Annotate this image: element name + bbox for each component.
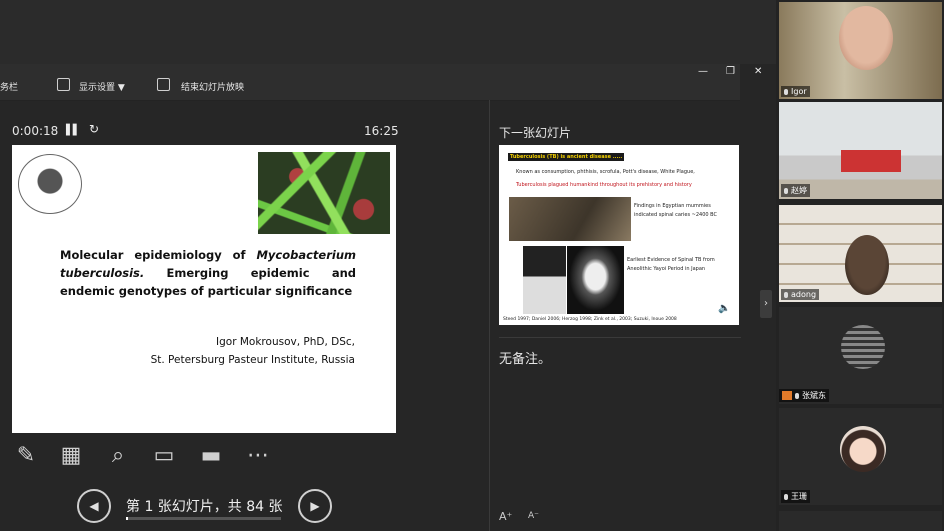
next-slide-refs: Steed 1997; Daniel 2006; Herzog 1998; Zi… — [503, 317, 677, 322]
speaker-notes: 无备注。 — [499, 352, 552, 367]
video-tile-adong[interactable]: adong — [779, 205, 942, 302]
video-tile-zhaoting[interactable]: 赵婷 — [779, 102, 942, 199]
next-slide-earliest2: Aneolithic Yayoi Period in Japan — [627, 266, 706, 272]
collapse-panel-button[interactable]: › — [760, 290, 772, 318]
participant-label: 王珊 — [781, 490, 810, 503]
display-settings-button[interactable]: 显示设置 ▼ — [79, 80, 125, 93]
close-icon[interactable]: ✕ — [754, 66, 762, 77]
spine-photo-left — [523, 246, 566, 314]
subtitles-icon[interactable]: ▬ — [196, 442, 226, 470]
author-line-1: Igor Mokrousov, PhD, DSc, — [216, 336, 355, 348]
participant-name: 赵婷 — [791, 186, 807, 195]
spine-photo-right — [567, 246, 624, 314]
pasteur-institute-logo — [18, 154, 82, 214]
video-tile-igor[interactable]: Igor — [779, 2, 942, 99]
participant-label: adong — [781, 289, 820, 300]
video-tile-zhang[interactable]: 张斌东 — [779, 307, 942, 404]
pane-divider[interactable] — [489, 100, 490, 531]
slide-counter: 第 1 张幻灯片，共 84 张 — [126, 499, 283, 515]
elapsed-timer: 0:00:18 — [12, 124, 59, 138]
video-tile-wang[interactable]: 王珊 — [779, 408, 942, 505]
next-slide-banner: Tuberculosis (TB) is ancient disease ...… — [508, 153, 625, 161]
next-slide-egypt: Findings in Egyptian mummies — [634, 203, 711, 209]
speaker-icon: 🔈 — [718, 303, 731, 314]
pen-tool-icon[interactable]: ✎ — [11, 442, 41, 470]
slide-progress-track — [126, 517, 281, 520]
end-show-icon — [157, 78, 170, 91]
participant-avatar — [841, 325, 885, 369]
top-band — [0, 0, 776, 64]
video-tile-next[interactable] — [779, 511, 942, 531]
next-slide-earliest: Earliest Evidence of Spinal TB from — [627, 257, 715, 263]
decrease-font-icon[interactable]: A⁻ — [528, 511, 539, 521]
next-slide-egypt2: indicated spinal caries ~2400 BC — [634, 212, 717, 218]
participant-name: adong — [791, 290, 817, 299]
increase-font-icon[interactable]: A⁺ — [499, 510, 512, 523]
next-slide-button[interactable]: ▶ — [298, 489, 332, 523]
user-icon — [782, 391, 792, 400]
all-slides-icon[interactable]: ▦ — [56, 442, 86, 470]
next-slide-known-as: Known as consumption, phthisis, scrofula… — [516, 169, 695, 175]
participant-video — [845, 235, 889, 295]
slide-title: Molecular epidemiology of Mycobacterium … — [60, 246, 356, 300]
mummy-photo — [509, 197, 631, 241]
more-options-icon[interactable]: ⋯ — [243, 442, 273, 470]
zoom-icon[interactable]: ⌕ — [103, 442, 133, 470]
mic-icon — [784, 88, 788, 95]
clock: 16:25 — [364, 124, 399, 138]
bacteria-image — [258, 152, 390, 234]
mic-icon — [784, 493, 788, 500]
participant-name: 张斌东 — [802, 391, 826, 400]
slide-author: Igor Mokrousov, PhD, DSc, St. Petersburg… — [140, 333, 355, 369]
mic-icon — [784, 187, 788, 194]
minimize-icon[interactable]: — — [698, 66, 708, 77]
end-show-button[interactable]: 结束幻灯片放映 — [181, 80, 244, 93]
taskbar-toggle[interactable]: 务栏 — [0, 80, 18, 93]
participant-label: Igor — [781, 86, 810, 97]
notes-separator — [499, 337, 741, 338]
black-screen-icon[interactable]: ▭ — [149, 442, 179, 470]
participant-video — [839, 6, 893, 70]
next-slide-plagued: Tuberculosis plagued humankind throughou… — [516, 182, 692, 188]
next-slide-label: 下一张幻灯片 — [499, 126, 572, 140]
slide-title-part1: Molecular epidemiology of — [60, 248, 257, 262]
slide-progress-fill — [126, 517, 128, 520]
participant-label: 张斌东 — [779, 389, 829, 402]
restore-icon[interactable]: ❐ — [726, 66, 735, 77]
display-settings-icon — [57, 78, 70, 91]
mic-icon — [795, 392, 799, 399]
participant-avatar — [840, 426, 886, 472]
participant-label: 赵婷 — [781, 184, 810, 197]
pause-icon[interactable]: ▌▌ — [66, 125, 80, 136]
participant-name: Igor — [791, 87, 807, 96]
mic-icon — [784, 291, 788, 298]
previous-slide-button[interactable]: ◀ — [77, 489, 111, 523]
restart-timer-icon[interactable]: ↻ — [89, 122, 99, 136]
wall-banner — [841, 150, 901, 172]
author-line-2: St. Petersburg Pasteur Institute, Russia — [150, 354, 355, 366]
participant-name: 王珊 — [791, 492, 807, 501]
